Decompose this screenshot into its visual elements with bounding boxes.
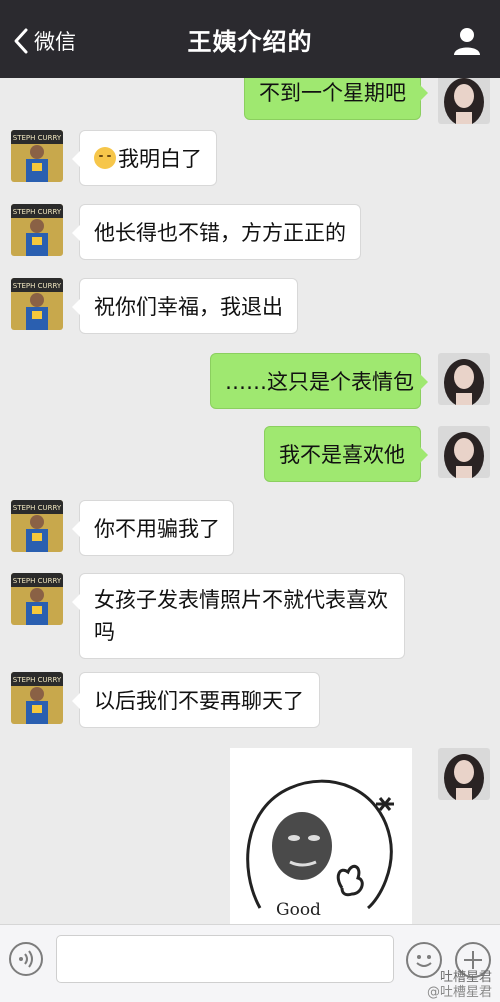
message-bubble-received[interactable]: 他长得也不错，方方正正的 [72,204,361,260]
contact-avatar[interactable]: STEPH CURRY [11,672,63,724]
my-avatar[interactable] [438,353,490,405]
message-bubble-received[interactable]: 我明白了 [72,130,217,186]
message-bubble-received[interactable]: 你不用骗我了 [72,500,234,556]
jersey-text: STEPH CURRY [13,676,62,684]
person-icon [454,28,480,55]
jersey-text: STEPH CURRY [13,282,62,290]
jersey-text: STEPH CURRY [13,577,62,585]
my-avatar[interactable] [438,426,490,478]
message-bubble-received[interactable]: 祝你们幸福，我退出 [72,278,298,334]
smiling-face-icon [94,147,116,169]
message-bubble-received[interactable]: 女孩子发表情照片不就代表喜欢吗 [72,573,405,659]
contact-avatar[interactable]: STEPH CURRY [11,573,63,625]
meme-face-sticker [230,748,412,924]
contact-avatar[interactable]: STEPH CURRY [11,500,63,552]
voice-button[interactable] [9,942,43,976]
jersey-text: STEPH CURRY [13,208,62,216]
message-bubble-sent[interactable]: 我不是喜欢他 [264,426,428,482]
message-list[interactable]: 不到一个星期吧 STEPH CURRY 我明白了 STEPH CURRY 他长得… [0,78,500,924]
message-bubble-received[interactable]: 以后我们不要再聊天了 [72,672,320,728]
input-bar: 吐槽星君 @吐槽星君 [0,924,500,1002]
message-text: 我明白了 [118,147,202,171]
message-text: 他长得也不错，方方正正的 [94,221,346,245]
jersey-text: STEPH CURRY [13,504,62,512]
watermark-name: 吐槽星君 [439,970,492,985]
contact-info-button[interactable] [452,26,482,56]
message-text: 以后我们不要再聊天了 [94,689,304,713]
message-text: 你不用骗我了 [94,517,220,541]
message-bubble-sent[interactable]: ……这只是个表情包 [210,353,428,409]
sticker-image[interactable]: Good [230,748,412,924]
sticker-caption: Good [276,900,321,920]
watermark-handle: @吐槽星君 [426,985,492,1000]
message-input[interactable] [56,935,394,983]
my-avatar[interactable] [438,748,490,800]
message-text: 祝你们幸福，我退出 [94,295,283,319]
message-text: 我不是喜欢他 [279,443,405,467]
chat-header: 微信 王姨介绍的 [0,0,500,78]
contact-avatar[interactable]: STEPH CURRY [11,130,63,182]
jersey-text: STEPH CURRY [13,134,62,142]
message-text: 不到一个星期吧 [259,81,406,105]
contact-avatar[interactable]: STEPH CURRY [11,278,63,330]
watermark: 吐槽星君 @吐槽星君 [427,970,492,1000]
voice-icon [19,950,33,968]
contact-avatar[interactable]: STEPH CURRY [11,204,63,256]
my-avatar[interactable] [438,78,490,124]
message-bubble-sent[interactable]: 不到一个星期吧 [244,78,428,120]
message-text: ……这只是个表情包 [225,370,414,394]
message-text: 女孩子发表情照片不就代表喜欢吗 [94,588,388,644]
chat-title: 王姨介绍的 [187,28,313,56]
